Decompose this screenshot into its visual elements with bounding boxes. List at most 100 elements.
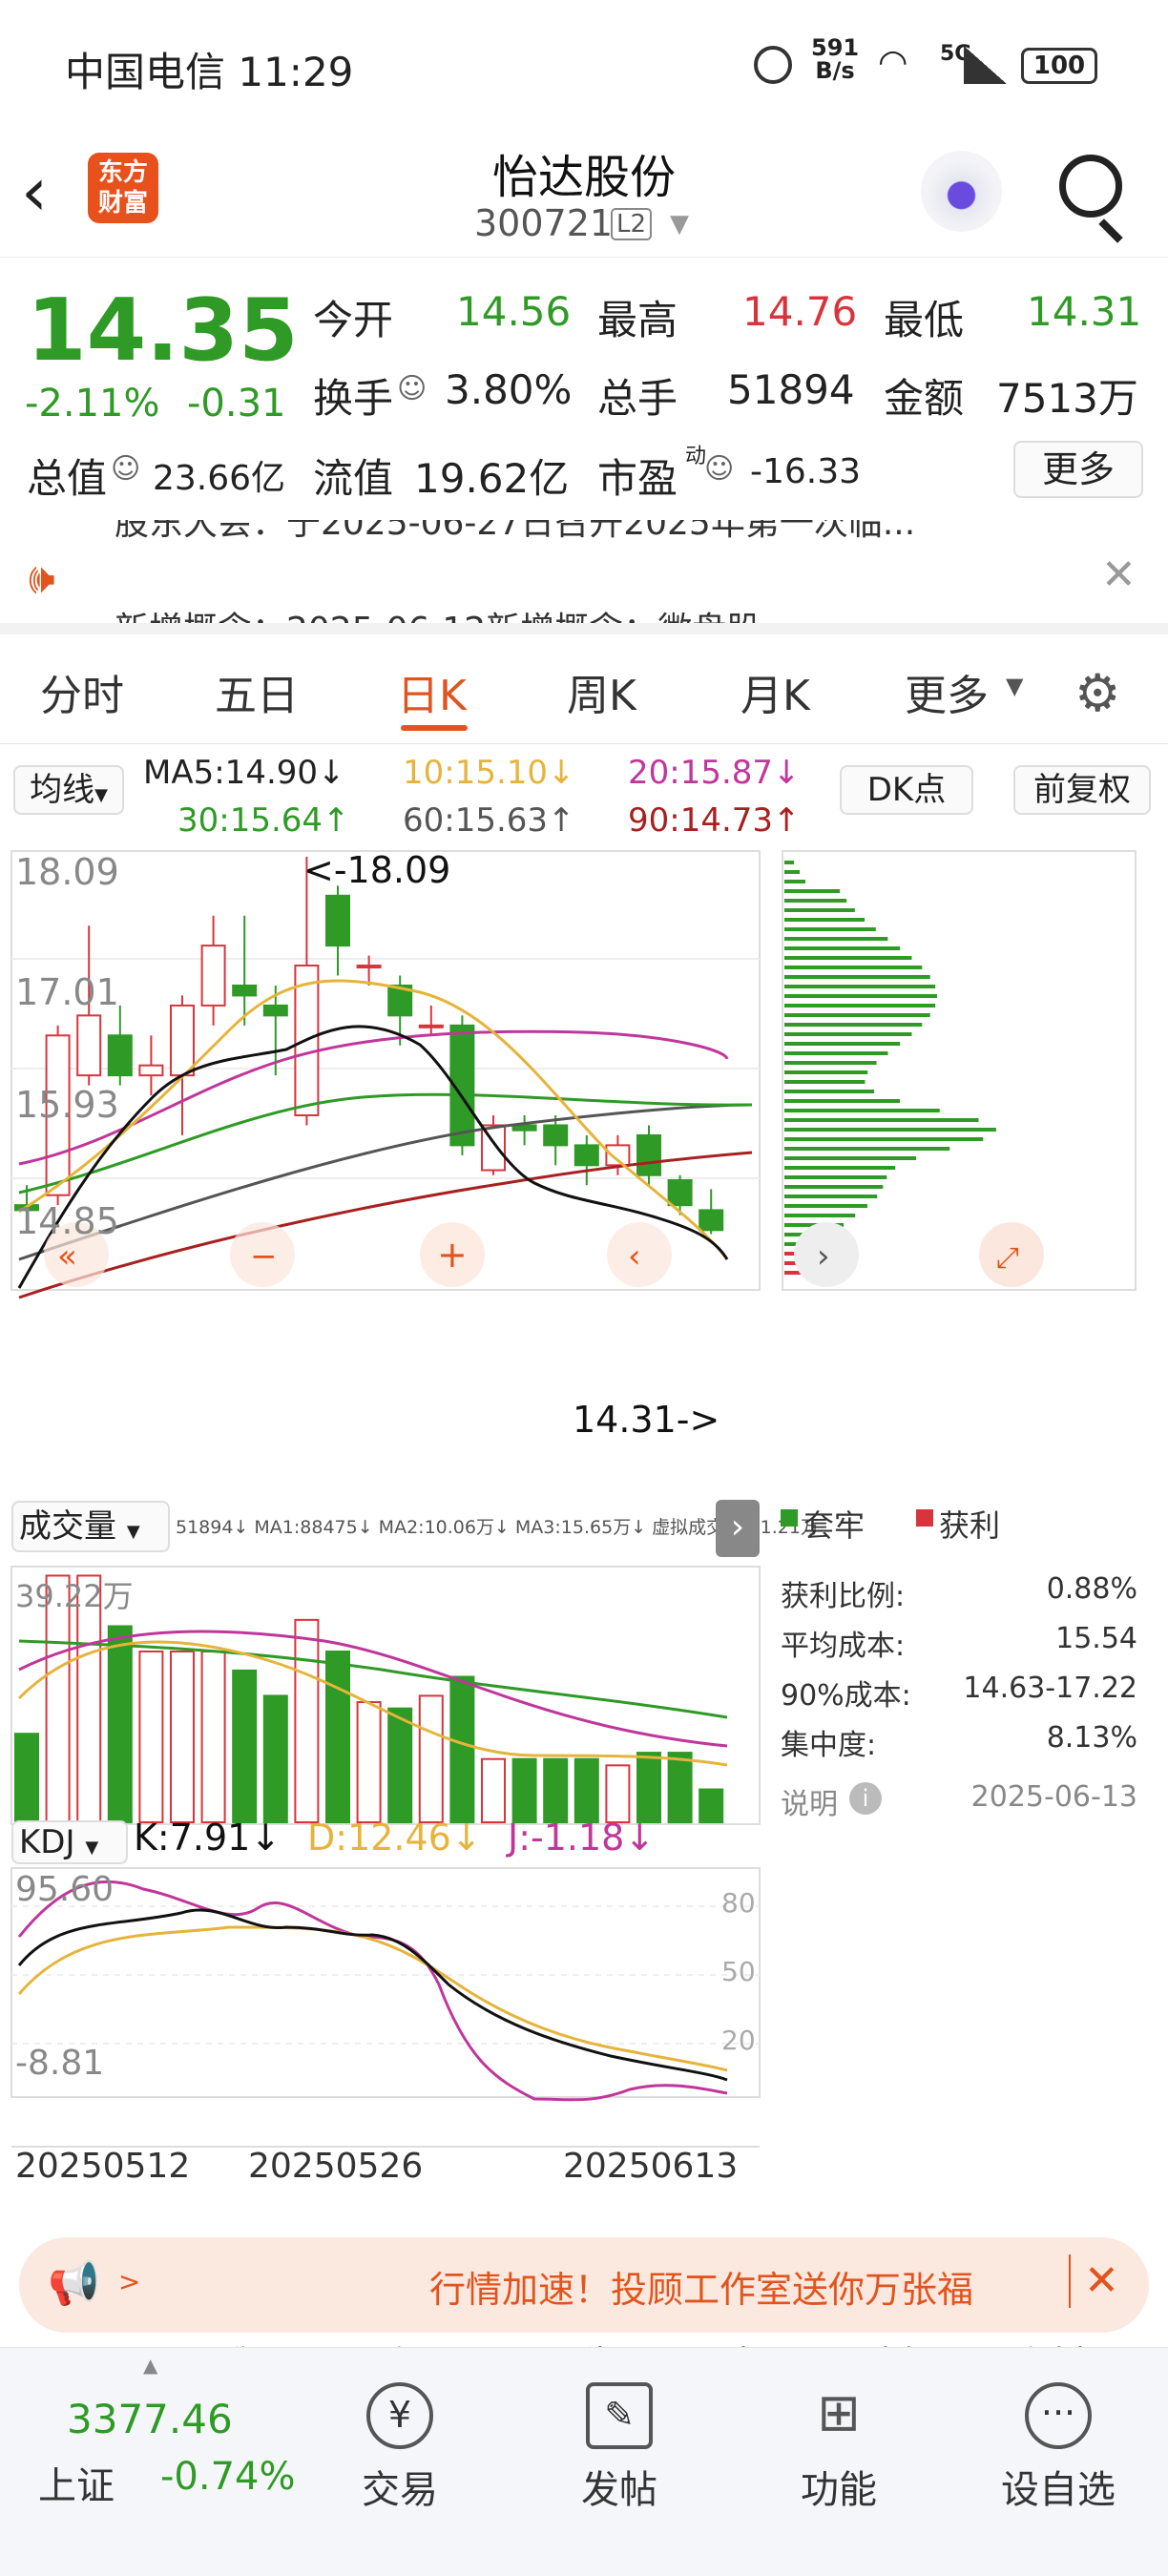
float-value: 19.62亿	[414, 455, 570, 502]
info-icon[interactable]: ☺	[111, 452, 140, 486]
chip-bar	[784, 1118, 979, 1122]
candle-body	[418, 1024, 444, 1028]
panel-next-icon[interactable]: ›	[716, 1500, 760, 1557]
tab-daily-k[interactable]: 日K	[397, 661, 467, 722]
index-value[interactable]: 3377.46	[67, 2396, 233, 2442]
chip-bar	[784, 1175, 887, 1179]
volume-bar	[699, 1788, 724, 1824]
pe-value: -16.33	[750, 452, 862, 491]
stock-header: ‹ 东方 财富 怡达股份 300721 L2 ▼	[0, 134, 1168, 258]
assistant-robot-icon[interactable]	[921, 151, 1002, 232]
caret-down-icon[interactable]: ▼	[670, 210, 689, 239]
close-icon[interactable]: ✕	[1101, 551, 1137, 599]
chip-bar	[784, 1156, 917, 1160]
caret-up-icon[interactable]: ▲	[143, 2354, 157, 2377]
kdj-max-label: 95.60	[15, 1870, 115, 1909]
wifi-icon: ◠	[878, 43, 908, 82]
level-badge[interactable]: L2	[611, 208, 653, 240]
candle-body	[200, 945, 226, 1007]
chip-bar	[784, 975, 930, 979]
candle-body	[636, 1133, 661, 1176]
zoom-out-icon-glyph: −	[250, 1237, 278, 1276]
date-label-2: 20250526	[248, 2147, 424, 2186]
volume-bar	[294, 1618, 320, 1823]
volume-bar	[511, 1757, 537, 1823]
search-icon-handle	[1098, 218, 1123, 243]
volume-bar	[387, 1707, 413, 1823]
kdj-d-value: D:12.46↓	[307, 1817, 482, 1859]
gear-icon[interactable]: ⚙	[1074, 663, 1120, 723]
tab-more[interactable]: 更多	[905, 661, 989, 722]
chip-bar	[784, 1166, 896, 1170]
notice-line2: 新增概念：2025-06-12新增概念：微盘股	[115, 611, 761, 634]
promo-banner[interactable]: 📢 > 行情加速！投顾工作室送你万张福 ✕	[19, 2237, 1149, 2333]
kdj-k-value: K:7.91↓	[134, 1817, 282, 1859]
pe-superscript: 动	[685, 445, 707, 468]
tab-five-day[interactable]: 五日	[215, 661, 299, 722]
kline-svg[interactable]: « − + ‹ › ⤢	[0, 744, 1168, 2213]
kdj-min-label: -8.81	[15, 2044, 105, 2083]
quote-panel: 14.35 -2.11% -0.31 今开 14.56 最高 14.76 最低 …	[0, 260, 1168, 517]
y-label-top: 18.09	[15, 851, 119, 893]
info-icon[interactable]: ☺	[704, 452, 734, 486]
scroll-left-icon-glyph: ‹	[628, 1237, 641, 1276]
expand-icon-glyph: ⤢	[996, 1241, 1019, 1275]
amount-value: 7513万	[996, 375, 1138, 422]
chip-bar	[784, 1080, 866, 1084]
chip-bar	[784, 889, 841, 893]
index-name[interactable]: 上证	[38, 2455, 115, 2510]
chip-bar	[784, 1004, 936, 1008]
tab-intraday[interactable]: 分时	[40, 661, 124, 722]
low-marker: 14.31->	[573, 1399, 720, 1441]
index-change[interactable]: -0.74%	[160, 2455, 296, 2499]
alarm-icon	[754, 46, 792, 84]
search-icon[interactable]	[1059, 155, 1122, 218]
candle-body	[356, 965, 382, 969]
y-label-4: 14.85	[15, 1200, 119, 1242]
y-label-2: 17.01	[15, 971, 119, 1013]
volume-label: 总手	[597, 375, 678, 422]
nav-post[interactable]: ✎ 发帖	[548, 2382, 691, 2514]
chip-row-value: 15.54	[1055, 1622, 1137, 1655]
volume-value: 51894	[727, 366, 855, 413]
tab-weekly-k[interactable]: 周K	[567, 661, 636, 722]
high-marker: <-18.09	[303, 849, 451, 891]
caret-down-icon: ▼	[126, 1522, 140, 1542]
chip-bar	[784, 880, 805, 883]
chip-row-value: 8.13%	[1046, 1721, 1137, 1755]
caret-down-icon: ▼	[85, 1838, 99, 1858]
chip-bar	[784, 899, 847, 903]
caret-down-icon: ▼	[1006, 673, 1024, 699]
info-icon[interactable]: ☺	[397, 372, 427, 405]
volume-bar	[325, 1651, 350, 1824]
close-icon[interactable]: ✕	[1069, 2254, 1119, 2308]
nav-add-watchlist[interactable]: ··· 设自选	[987, 2382, 1130, 2514]
candle-body	[543, 1124, 569, 1147]
mktcap-value: 23.66亿	[153, 459, 286, 498]
kdj-j-line	[17, 1880, 728, 2102]
volume-bar	[200, 1651, 226, 1824]
volume-bar	[449, 1675, 475, 1824]
chip-bar	[784, 1023, 923, 1027]
turnover-value: 3.80%	[445, 366, 573, 413]
kdj-level-20-label: 20	[721, 2025, 756, 2056]
legend-trapped-swatch	[781, 1509, 798, 1527]
volume-selector[interactable]: 成交量 ▼	[11, 1501, 170, 1552]
notice-banner[interactable]: 股东大会：于2025-06-27日召开2025年第一次临... 🕪 新增概念：2…	[0, 520, 1168, 634]
high-value: 14.76	[742, 288, 858, 335]
candle-body	[511, 1124, 537, 1132]
speaker-icon: 🕪	[29, 554, 55, 603]
nav-features[interactable]: ⊞ 功能	[767, 2382, 910, 2514]
candle-body	[107, 1034, 133, 1077]
chip-bar	[784, 870, 800, 874]
chip-row-value: 14.63-17.22	[963, 1672, 1137, 1705]
volume-bar	[543, 1757, 569, 1823]
chip-bar	[784, 1147, 950, 1151]
tab-monthly-k[interactable]: 月K	[740, 661, 810, 722]
nav-trade[interactable]: ¥ 交易	[328, 2382, 471, 2514]
nav-add-watchlist-label: 设自选	[1001, 2468, 1116, 2512]
legend-trapped: 套牢	[803, 1507, 866, 1544]
kdj-selector[interactable]: KDJ ▼	[11, 1820, 128, 1864]
candle-body	[667, 1179, 693, 1207]
more-button[interactable]: 更多	[1013, 441, 1143, 498]
